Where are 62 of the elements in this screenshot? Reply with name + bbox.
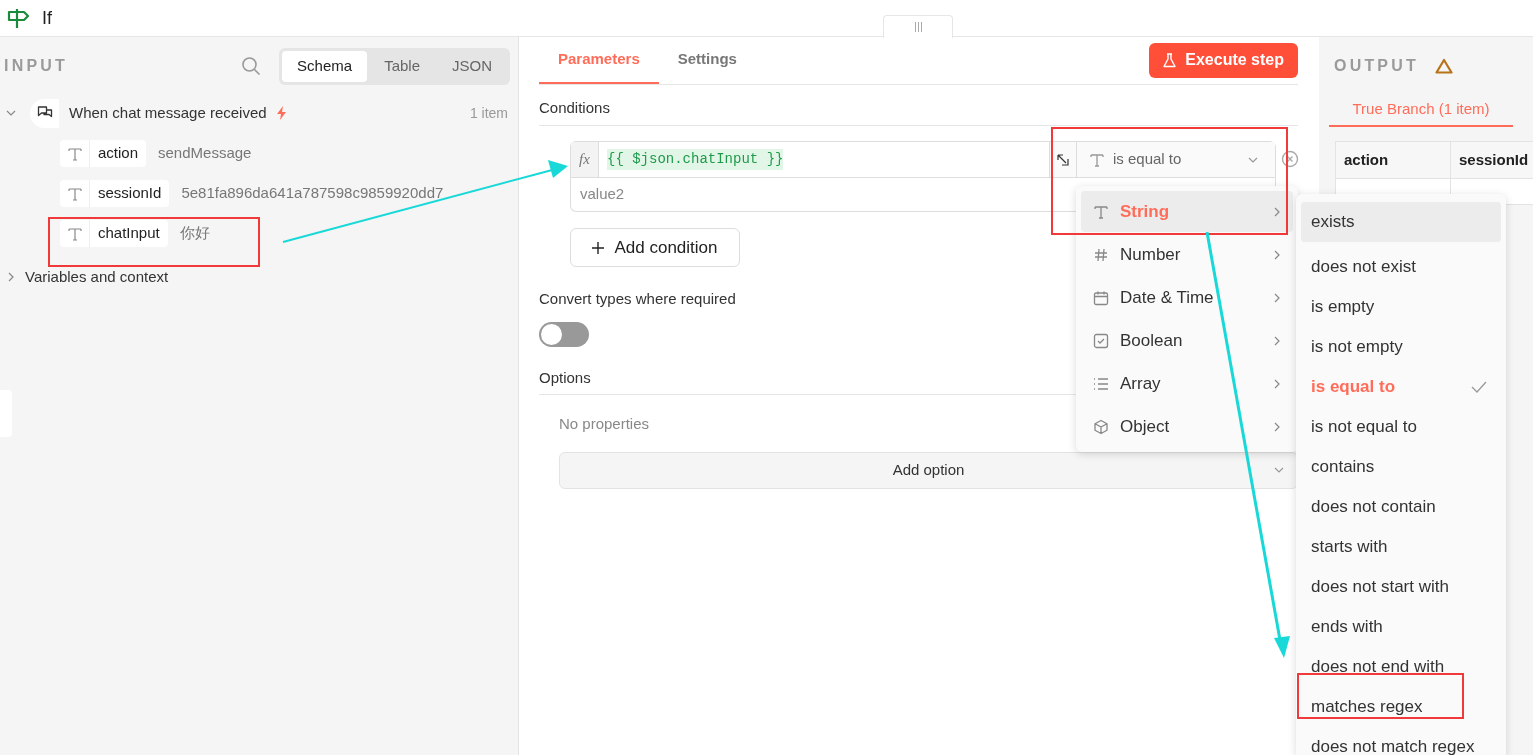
operator-menu-item[interactable]: does not match regex <box>1301 732 1489 755</box>
empty-text: No properties <box>559 413 650 434</box>
view-tab[interactable]: Table <box>369 50 435 82</box>
operator-menu-item[interactable]: does not end with <box>1301 652 1459 682</box>
field-pill[interactable]: sessionId <box>60 180 170 207</box>
setting-label: Convert types where required <box>539 289 736 309</box>
text-type-icon <box>1093 203 1109 220</box>
type-menu-item[interactable]: Date & Time <box>1081 277 1293 318</box>
field-value: 5e81fa896da641a787598c9859920dd7 <box>181 183 444 204</box>
grip-icon <box>913 22 923 32</box>
column-header: sessionId <box>1451 142 1533 179</box>
view-tab[interactable]: Schema <box>282 50 368 82</box>
signpost-icon <box>6 7 30 29</box>
checkbox-icon <box>1093 332 1109 349</box>
field-pill[interactable]: chatInput <box>60 220 168 247</box>
operator-menu-item[interactable]: is empty <box>1301 292 1389 322</box>
checkmark-icon <box>1471 381 1487 393</box>
warning-icon <box>1435 58 1453 74</box>
item-count: 1 item <box>469 103 508 123</box>
panel-label: INPUT <box>4 56 68 76</box>
tab[interactable]: Settings <box>658 37 756 84</box>
add-option-button[interactable]: Add option <box>559 452 1298 489</box>
source-node-name: When chat message received <box>69 102 267 123</box>
view-tab[interactable]: JSON <box>437 50 507 82</box>
operator-menu-item[interactable]: does not contain <box>1301 492 1450 522</box>
hash-icon <box>1093 246 1109 263</box>
remove-icon[interactable] <box>1281 150 1299 168</box>
operator-menu-item[interactable]: does not exist <box>1301 252 1430 282</box>
field-value: 你好 <box>179 223 210 244</box>
panel-drag-handle[interactable] <box>883 15 953 38</box>
operator-menu-item[interactable]: exists <box>1301 202 1501 242</box>
operator-menu-item[interactable]: contains <box>1301 452 1389 482</box>
operator-menu-item[interactable]: matches regex <box>1301 692 1437 722</box>
toggle-switch[interactable] <box>539 321 589 347</box>
operator-menu-item[interactable]: starts with <box>1301 532 1402 562</box>
text-type-icon <box>67 226 82 241</box>
field-value: sendMessage <box>158 143 252 164</box>
section-label: Conditions <box>539 97 610 118</box>
field-pill[interactable]: action <box>60 140 147 167</box>
type-menu-item[interactable]: Number <box>1081 234 1293 275</box>
flask-icon <box>1163 52 1177 68</box>
type-menu-item[interactable]: Object <box>1081 406 1293 447</box>
operator-menu-item[interactable]: is not empty <box>1301 332 1417 362</box>
add-condition-button[interactable]: Add condition <box>570 228 740 267</box>
section-label: Options <box>539 368 591 388</box>
column-header: action <box>1336 142 1451 179</box>
search-icon[interactable] <box>241 56 262 76</box>
text-type-icon <box>67 146 82 161</box>
panel-label: OUTPUT <box>1334 56 1419 76</box>
list-icon <box>1093 375 1109 392</box>
lightning-icon <box>275 106 288 120</box>
operator-menu-item[interactable]: ends with <box>1301 612 1397 642</box>
cube-icon <box>1093 418 1109 435</box>
plus-icon <box>592 241 605 254</box>
operator-menu-item[interactable]: does not start with <box>1301 572 1463 602</box>
node-title: If <box>42 6 52 30</box>
text-type-icon <box>67 186 82 201</box>
section-toggle-label: Variables and context <box>25 266 169 287</box>
calendar-icon <box>1093 289 1109 306</box>
operator-menu-item[interactable]: is not equal to <box>1301 412 1431 442</box>
type-menu-item[interactable]: Boolean <box>1081 320 1293 361</box>
type-menu-item[interactable]: Array <box>1081 363 1293 404</box>
